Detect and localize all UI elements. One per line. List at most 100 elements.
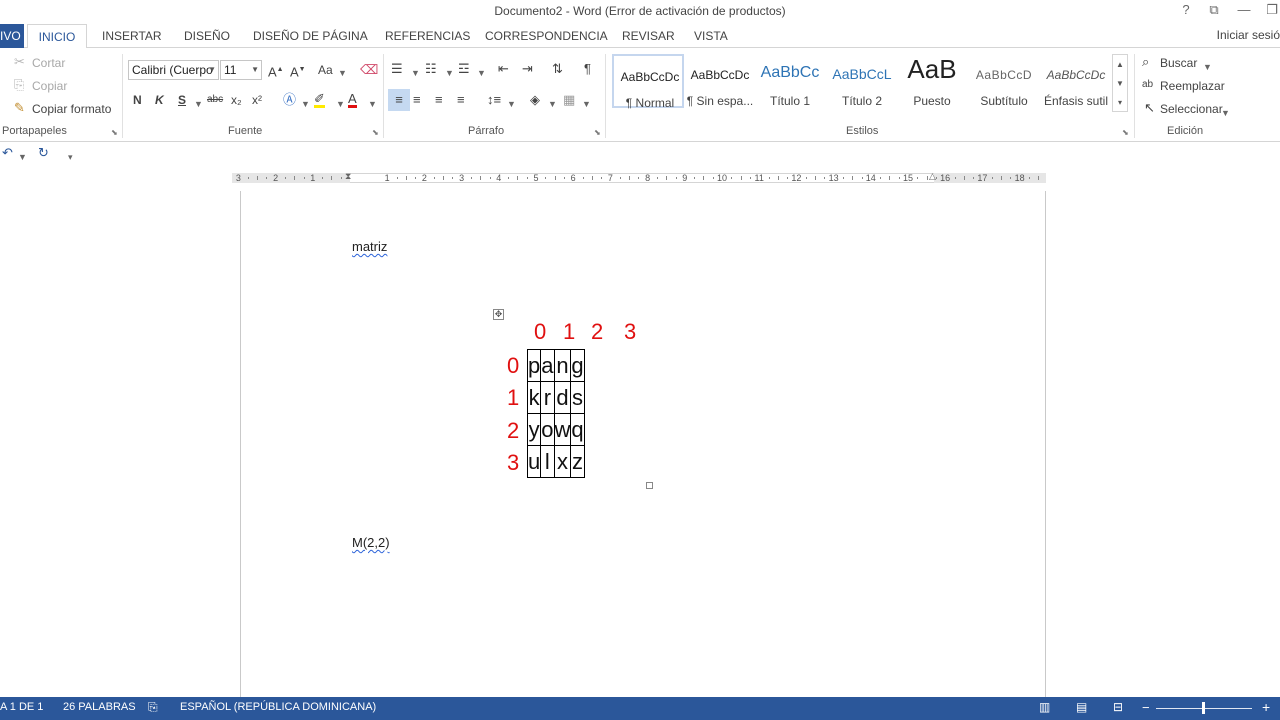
restore-button[interactable]: ❐ xyxy=(1258,2,1280,18)
table-cell[interactable]: x xyxy=(553,445,572,478)
tab-revisar[interactable]: REVISAR xyxy=(618,24,679,48)
style-normal[interactable]: AaBbCcDc ¶ Normal xyxy=(612,54,684,110)
table-cell[interactable]: n xyxy=(553,349,572,382)
table-cell[interactable]: y xyxy=(526,413,542,446)
borders-icon[interactable]: ▦ xyxy=(563,92,575,108)
table-cell[interactable]: r xyxy=(540,381,555,414)
gallery-more-icon[interactable]: ▾ xyxy=(1113,93,1127,112)
table-cell[interactable]: a xyxy=(540,349,555,382)
paragraph-launcher-icon[interactable]: ⬊ xyxy=(594,128,601,137)
style-title[interactable]: AaB Puesto xyxy=(896,54,968,108)
style-heading-1[interactable]: AaBbCc Título 1 xyxy=(754,54,826,108)
style-subtle-emphasis[interactable]: AaBbCcDc Énfasis sutil xyxy=(1040,54,1112,108)
text-effects-icon[interactable]: Ⓐ xyxy=(283,92,296,108)
justify-icon[interactable]: ≡ xyxy=(457,92,465,108)
style-heading-2[interactable]: AaBbCcL Título 2 xyxy=(826,54,898,108)
redo-icon[interactable]: ↻ xyxy=(38,145,49,161)
tab-insertar[interactable]: INSERTAR xyxy=(98,24,166,48)
customize-qat-icon[interactable]: ▾ xyxy=(68,149,73,165)
scroll-up-icon[interactable]: ▲ xyxy=(1113,55,1127,74)
find-button[interactable]: Buscar xyxy=(1160,56,1197,70)
table-move-handle-icon[interactable]: ✥ xyxy=(493,309,504,320)
font-launcher-icon[interactable]: ⬊ xyxy=(372,128,379,137)
table-cell[interactable]: z xyxy=(570,445,585,478)
align-left-icon[interactable]: ≡ xyxy=(388,89,410,111)
scroll-down-icon[interactable]: ▼ xyxy=(1113,74,1127,93)
style-no-spacing[interactable]: AaBbCcDc ¶ Sin espa... xyxy=(684,54,756,108)
numbering-icon[interactable]: ☷ xyxy=(425,61,437,77)
style-subtitle[interactable]: AaBbCcD Subtítulo xyxy=(968,54,1040,108)
shrink-font-icon[interactable]: A▼ xyxy=(290,62,306,80)
sort-icon[interactable]: ⇅ xyxy=(552,61,563,77)
table-cell[interactable]: q xyxy=(570,413,585,446)
strikethrough-button[interactable]: abc xyxy=(207,94,223,105)
subscript-button[interactable]: x₂ xyxy=(231,93,242,107)
superscript-button[interactable]: x² xyxy=(252,93,262,107)
shading-icon[interactable]: ◈ xyxy=(530,92,540,108)
bold-button[interactable]: N xyxy=(133,93,142,107)
table-cell[interactable]: d xyxy=(553,381,572,414)
zoom-slider-thumb[interactable] xyxy=(1202,702,1205,714)
tab-vista[interactable]: VISTA xyxy=(690,24,732,48)
bullets-icon[interactable]: ☰ xyxy=(391,61,403,77)
word-count[interactable]: 26 PALABRAS xyxy=(63,701,136,713)
styles-launcher-icon[interactable]: ⬊ xyxy=(1122,128,1129,137)
italic-button[interactable]: K xyxy=(155,93,164,107)
format-painter-button[interactable]: Copiar formato xyxy=(32,102,111,116)
undo-icon[interactable]: ↶ xyxy=(2,145,13,161)
replace-button[interactable]: Reemplazar xyxy=(1160,79,1225,93)
increase-indent-icon[interactable]: ⇥ xyxy=(522,61,533,77)
tab-diseno-pagina[interactable]: DISEÑO DE PÁGINA xyxy=(249,24,372,48)
highlight-icon[interactable]: ✐ xyxy=(314,92,325,108)
change-case-button[interactable]: Aa xyxy=(318,63,333,77)
cut-button[interactable]: Cortar xyxy=(32,56,65,70)
line-spacing-icon[interactable]: ↕≡ xyxy=(487,92,501,108)
select-button[interactable]: Seleccionar xyxy=(1160,102,1223,116)
table-resize-handle[interactable] xyxy=(646,482,653,489)
doc-heading[interactable]: matriz xyxy=(352,239,387,254)
gallery-scrollbar[interactable]: ▲ ▼ ▾ xyxy=(1112,54,1128,112)
table-cell[interactable]: w xyxy=(553,413,572,446)
help-button[interactable]: ? xyxy=(1172,2,1200,17)
tab-inicio[interactable]: INICIO xyxy=(27,24,87,49)
align-right-icon[interactable]: ≡ xyxy=(435,92,443,108)
tab-file[interactable]: IVO xyxy=(0,24,24,48)
horizontal-ruler[interactable]: ⧗ △ 3 2 1 1 2 3 4 5 6 7 8 9 10 11 12 13 14 15 16 17 18 xyxy=(232,171,1046,185)
pilcrow-icon[interactable]: ¶ xyxy=(584,61,591,77)
zoom-in-button[interactable]: + xyxy=(1262,699,1270,715)
web-layout-icon[interactable]: ⊟ xyxy=(1113,700,1123,714)
page-count[interactable]: A 1 DE 1 xyxy=(0,701,43,713)
table-cell[interactable]: l xyxy=(540,445,555,478)
font-size-combo[interactable]: 11 ▼ xyxy=(220,60,262,80)
underline-button[interactable]: S xyxy=(178,93,186,107)
table-cell[interactable]: o xyxy=(540,413,555,446)
doc-expression[interactable]: M(2,2) xyxy=(352,535,390,550)
clipboard-launcher-icon[interactable]: ⬊ xyxy=(111,128,118,137)
grow-font-icon[interactable]: A▲ xyxy=(268,62,284,80)
table-cell[interactable]: s xyxy=(570,381,585,414)
read-mode-icon[interactable]: ▥ xyxy=(1039,700,1050,714)
zoom-out-button[interactable]: − xyxy=(1142,700,1150,715)
proofing-icon[interactable]: ⎘ xyxy=(148,700,158,715)
multilevel-list-icon[interactable]: ☲ xyxy=(458,61,470,77)
document-page[interactable]: matriz ✥ 0 1 2 3 0 1 2 3 p a n g k r d s… xyxy=(240,191,1046,711)
align-center-icon[interactable]: ≡ xyxy=(413,92,421,108)
table-cell[interactable]: k xyxy=(526,381,542,414)
left-indent-marker[interactable]: ⧗ xyxy=(345,171,351,182)
table-cell[interactable]: u xyxy=(526,445,542,478)
table-cell[interactable]: p xyxy=(526,349,542,382)
clear-format-icon[interactable]: ⌫ xyxy=(360,62,378,78)
language-indicator[interactable]: ESPAÑOL (REPÚBLICA DOMINICANA) xyxy=(180,701,376,713)
ribbon-display-button[interactable]: ⧉ xyxy=(1200,2,1228,18)
tab-diseno[interactable]: DISEÑO xyxy=(180,24,234,48)
right-indent-marker[interactable]: △ xyxy=(929,171,936,182)
decrease-indent-icon[interactable]: ⇤ xyxy=(498,61,509,77)
minimize-button[interactable]: — xyxy=(1230,2,1258,17)
font-family-combo[interactable]: Calibri (Cuerpo ▼ xyxy=(128,60,219,80)
print-layout-icon[interactable]: ▤ xyxy=(1076,700,1087,714)
sign-in-link[interactable]: Iniciar sesió xyxy=(1217,28,1280,42)
table-cell[interactable]: g xyxy=(570,349,585,382)
tab-correspondencia[interactable]: CORRESPONDENCIA xyxy=(481,24,612,48)
tab-referencias[interactable]: REFERENCIAS xyxy=(381,24,474,48)
copy-button[interactable]: Copiar xyxy=(32,79,67,93)
